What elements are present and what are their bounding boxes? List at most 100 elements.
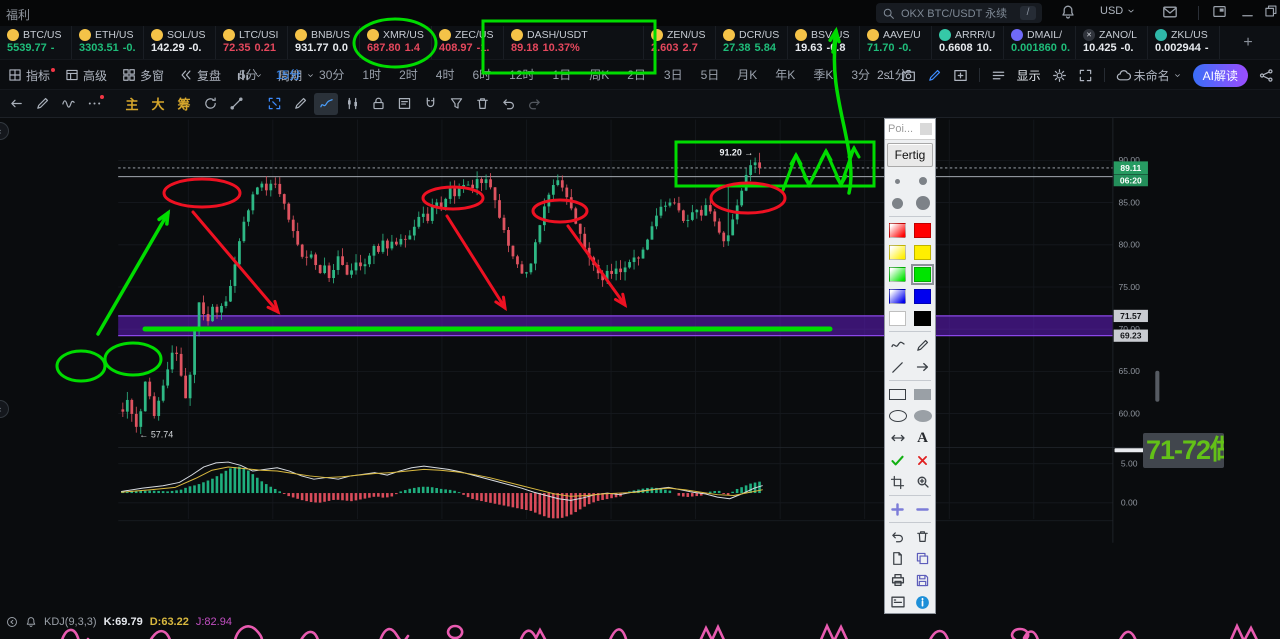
palette-arrow-double[interactable] [885,427,910,449]
candle-pattern-icon[interactable] [340,93,364,115]
timeframe-年K[interactable]: 年K [766,60,804,90]
palette-mark-cross[interactable] [910,449,935,471]
envelope-icon[interactable] [1162,4,1178,20]
fullscreen-icon[interactable] [1078,68,1093,83]
ticker-item-arrr-u[interactable]: ARRR/U 0.6608 10. [932,26,1004,59]
select-tool-icon[interactable] [262,93,286,115]
filter-icon[interactable] [444,93,468,115]
ticker-item-bsv-us[interactable]: BSV/US 19.63 -0.8 [788,26,860,59]
draw-mode-icon[interactable] [927,68,942,83]
palette-undo-tool[interactable] [885,525,910,547]
bell-icon[interactable] [1060,4,1076,20]
palette-draw-squiggle[interactable] [885,334,910,356]
timeframe-30分[interactable]: 30分 [310,60,353,90]
palette-color-white[interactable] [885,307,910,329]
timeframe-3日[interactable]: 3日 [655,60,692,90]
ticker-item-zkl-us[interactable]: ZKL/US 0.002944- [1148,26,1220,59]
tool-indicator[interactable]: 指标 [8,67,56,84]
palette-text-tool[interactable]: A [910,427,935,449]
symbol-search[interactable]: OKX BTC/USDT 永续 / [876,3,1042,23]
palette-size-decrease[interactable] [910,498,935,520]
palette-save-tool[interactable] [910,569,935,591]
timeframe-12时[interactable]: 12时 [500,60,543,90]
ticker-item-ltc-usi[interactable]: LTC/USI 72.35 0.21 [216,26,288,59]
cn-tool-2[interactable]: 筹 [172,93,196,115]
palette-draw-arrow[interactable] [910,356,935,378]
freehand-draw-icon[interactable] [314,92,338,115]
layout-dropdown[interactable]: 未命名 [1116,67,1182,84]
tool-advanced[interactable]: 高级 [65,67,107,84]
palette-shape-ellipse-filled[interactable] [910,405,935,427]
timeframe-5分[interactable]: 5分 [230,60,267,90]
ticker-item-eth-us[interactable]: ETH/US 3303.51 -0. [72,26,144,59]
trash-icon[interactable] [470,93,494,115]
list-settings-icon[interactable] [991,68,1006,83]
wave-tool-icon[interactable] [56,93,80,115]
cn-tool-1[interactable]: 大 [146,93,170,115]
refresh-icon[interactable] [198,93,222,115]
ticker-item-btc-us[interactable]: BTC/US 5539.77- [0,26,72,59]
palette-color-green-soft[interactable] [885,263,910,285]
more-tools-icon[interactable] [82,93,106,115]
palette-copy-tool[interactable] [910,547,935,569]
palette-shape-ellipse[interactable] [885,405,910,427]
ticker-item-zec-us[interactable]: ZEC/US 408.97 -1. [432,26,504,59]
ticker-item-dash-usdt[interactable]: DASH/USDT 89.18 10.37% [504,26,644,59]
palette-color-blue-soft[interactable] [885,285,910,307]
trendline-tool-icon[interactable] [224,93,248,115]
timeframe-1时[interactable]: 1时 [353,60,390,90]
palette-color-blue[interactable] [910,285,935,307]
timeframe-2时[interactable]: 2时 [390,60,427,90]
ticker-item-dcr-us[interactable]: DCR/US 27.38 5.84 [716,26,788,59]
palette-print-tool[interactable] [885,569,910,591]
palette-color-yellow[interactable] [910,241,935,263]
restore-window-icon[interactable] [1264,4,1278,18]
palette-shape-rect[interactable] [885,383,910,405]
palette-new-doc[interactable] [885,547,910,569]
timeframe-3分[interactable]: 3分 [842,60,879,90]
indicator-collapse-icon[interactable] [6,616,18,628]
undo-icon[interactable] [496,93,520,115]
share-icon[interactable] [1259,68,1274,83]
popout-icon[interactable] [1212,4,1227,19]
palette-color-black[interactable] [910,307,935,329]
note-tool-icon[interactable] [392,93,416,115]
gear-icon[interactable] [1052,68,1067,83]
timeframe-15分[interactable]: 15分 [267,60,310,90]
tool-replay[interactable]: 复盘 [179,67,221,84]
palette-delete-tool[interactable] [910,525,935,547]
palette-done-button[interactable]: Fertig [887,143,933,167]
palette-draw-line[interactable] [885,356,910,378]
add-ticker-button[interactable]: + [1220,26,1276,59]
tool-multi-window[interactable]: 多窗 [122,67,164,84]
palette-info-tool[interactable] [910,591,935,613]
palette-crop-tool[interactable] [885,471,910,493]
timeframe-季K[interactable]: 季K [804,60,842,90]
timeframe-周K[interactable]: 周K [580,60,618,90]
palette-color-yellow-soft[interactable] [885,241,910,263]
palette-draw-pen[interactable] [910,334,935,356]
palette-dot-xlarge[interactable] [910,192,935,214]
ticker-item-sol-us[interactable]: SOL/US 142.29 -0. [144,26,216,59]
ticker-item-bnb-us[interactable]: BNB/US 931.77 0.0 [288,26,360,59]
timeframe-4时[interactable]: 4时 [427,60,464,90]
timeframe-1日[interactable]: 1日 [544,60,581,90]
pencil-tool-icon[interactable] [288,93,312,115]
redo-icon[interactable] [522,93,546,115]
ticker-item-zen-us[interactable]: ZEN/US 2.603 2.7 [644,26,716,59]
palette-window-button[interactable] [920,123,932,135]
add-pane-icon[interactable] [953,68,968,83]
ticker-item-zano-l[interactable]: ✕ ZANO/L 10.425 -0. [1076,26,1148,59]
alert-bell-icon[interactable] [25,616,37,628]
lock-icon[interactable] [366,93,390,115]
ticker-item-aave-u[interactable]: AAVE/U 71.70 -0. [860,26,932,59]
palette-dot-large[interactable] [885,192,910,214]
draw-pen-icon[interactable] [30,93,54,115]
minimize-icon[interactable] [1240,4,1255,19]
palette-dot-medium[interactable] [910,170,935,192]
timeframe-月K[interactable]: 月K [728,60,766,90]
palette-titlebar[interactable]: Poi... [885,119,935,140]
ai-analysis-button[interactable]: AI解读 [1192,63,1248,87]
ticker-item-dmail-[interactable]: DMAIL/0.001860 0. [1004,26,1076,59]
palette-info-window[interactable] [885,591,910,613]
